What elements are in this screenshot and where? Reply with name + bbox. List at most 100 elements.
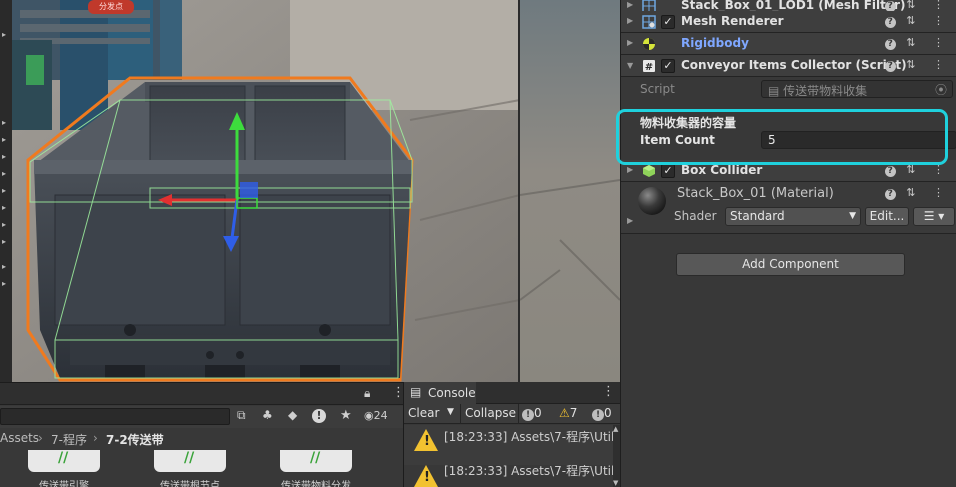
lock-icon[interactable]: 🔒︎ [364, 386, 370, 401]
chevron-right-icon[interactable]: ▸ [2, 30, 12, 40]
material-name: Stack_Box_01 (Material) [677, 186, 834, 201]
console-entry[interactable]: ! [18:23:33] Assets\7-程序\Util [404, 465, 613, 487]
hidden-packages-toggle[interactable]: ◉24 [364, 409, 388, 422]
scroll-down-icon[interactable]: ▼ [613, 479, 618, 487]
material-sphere-icon[interactable] [637, 186, 667, 216]
chevron-right-icon: › [93, 431, 98, 445]
more-vert-icon[interactable]: ⋮ [933, 0, 951, 11]
settings-sliders-icon[interactable]: ⇅ [906, 14, 922, 27]
help-icon[interactable]: ? [884, 17, 896, 28]
asset-name[interactable]: 传送带引擎 [39, 477, 89, 487]
asset-thumbnail[interactable]: // [280, 450, 352, 472]
breadcrumb-item-current[interactable]: 7-2传送带 [106, 431, 164, 448]
chevron-right-icon[interactable]: ▸ [2, 220, 12, 230]
enable-checkbox[interactable]: ✓ [661, 164, 675, 178]
project-search-input[interactable] [0, 408, 230, 425]
svg-text:#: # [645, 62, 653, 73]
scene-view[interactable]: ▸ ▸ ▸ ▸ ▸ ▸ ▸ ▸ ▸ ▸ ▸ 分发点 [0, 0, 620, 382]
material-actions: ? ⇅ ⋮ [884, 186, 951, 200]
asset-thumbnail[interactable]: // [154, 450, 226, 472]
star-icon[interactable]: ★ [340, 408, 352, 423]
enable-checkbox[interactable]: ✓ [661, 59, 675, 73]
rigidbody-icon [643, 38, 655, 50]
component-header-conveyor-items-collector[interactable]: ▼ # ✓ Conveyor Items Collector (Script) … [621, 55, 956, 77]
object-picker-icon: ⦿ [934, 83, 947, 97]
settings-sliders-icon[interactable]: ⇅ [906, 186, 922, 199]
settings-sliders-icon[interactable]: ⇅ [906, 0, 922, 11]
chevron-right-icon[interactable]: ▸ [2, 186, 12, 196]
toolbar-divider [518, 404, 519, 424]
more-vert-icon[interactable]: ⋮ [933, 186, 951, 199]
component-actions: ? ⇅ ⋮ [884, 36, 951, 50]
collapse-toggle[interactable]: Collapse [465, 406, 516, 420]
error-count-toggle[interactable]: ! 0 [592, 406, 612, 421]
scroll-up-icon[interactable]: ▲ [613, 425, 618, 433]
view-divider [518, 0, 520, 382]
component-header-rigidbody[interactable]: ▶ Rigidbody ? ⇅ ⋮ [621, 33, 956, 55]
console-scrollbar[interactable]: ▲ ▼ [613, 425, 620, 487]
chevron-right-icon[interactable]: ▸ [2, 237, 12, 247]
asset-name[interactable]: 传送带根节点 [160, 477, 220, 487]
chevron-right-icon[interactable]: ▸ [2, 152, 12, 162]
help-icon[interactable]: ? [884, 166, 896, 177]
asset-thumbnail[interactable]: // [28, 450, 100, 472]
cyan-highlight-box [616, 109, 948, 165]
chevron-right-icon[interactable]: ▸ [2, 203, 12, 213]
chevron-right-icon[interactable]: ▸ [2, 135, 12, 145]
breadcrumb-item[interactable]: Assets [0, 431, 39, 445]
inspector-panel: ▶ Stack_Box_01_LOD1 (Mesh Filter) ? ⇅ ⋮ … [620, 0, 956, 487]
more-vert-icon[interactable]: ⋮ [933, 36, 951, 49]
chevron-right-icon[interactable]: ▸ [2, 169, 12, 179]
error-icon: ! [592, 409, 604, 421]
component-actions: ? ⇅ ⋮ [884, 58, 951, 72]
asset-name[interactable]: 传送带物料分发 [281, 477, 351, 487]
console-entry[interactable]: ! [18:23:33] Assets\7-程序\Util [404, 425, 613, 465]
add-component-button[interactable]: Add Component [676, 253, 905, 276]
help-icon[interactable]: ? [884, 189, 896, 200]
help-icon[interactable]: ? [884, 39, 896, 50]
chevron-right-icon[interactable]: ▸ [2, 279, 12, 289]
shader-options-button[interactable]: ☰ ▾ [913, 207, 955, 226]
more-vert-icon[interactable]: ⋮ [933, 58, 951, 71]
warning-icon: ! [414, 429, 438, 451]
help-icon[interactable]: ? [884, 61, 896, 72]
label-tag-icon[interactable]: ◆ [288, 408, 297, 422]
box-collider-icon [643, 165, 655, 177]
info-count-toggle[interactable]: ! 0 [522, 406, 542, 421]
script-icon: # [643, 60, 655, 73]
chevron-right-icon[interactable]: ▶ [627, 165, 633, 174]
search-by-type-icon[interactable]: ⧉ [237, 408, 246, 423]
filter-shapes-icon[interactable]: ♣ [262, 408, 273, 422]
clear-options-dropdown[interactable]: ▼ [447, 407, 454, 417]
more-vert-icon[interactable]: ⋮ [392, 385, 403, 400]
more-vert-icon[interactable]: ⋮ [602, 384, 615, 399]
console-panel: ▤ Console ⋮ Clear ▼ Collapse ! 0 ⚠7 ! 0 ! … [403, 382, 620, 487]
shader-dropdown[interactable]: Standard ▼ [725, 207, 861, 226]
component-header-mesh-renderer[interactable]: ▶ ✓ Mesh Renderer ? ⇅ ⋮ [621, 11, 956, 33]
chevron-right-icon[interactable]: ▸ [2, 262, 12, 272]
breadcrumb-item[interactable]: 7-程序 [51, 431, 87, 448]
tab-console[interactable]: ▤ Console [404, 382, 476, 404]
material-section: ▶ Stack_Box_01 (Material) ? ⇅ ⋮ Shader S… [621, 182, 956, 234]
chevron-right-icon[interactable]: ▶ [627, 38, 633, 47]
chevron-right-icon[interactable]: ▶ [627, 216, 633, 225]
scene-render[interactable] [0, 0, 620, 382]
chevron-right-icon[interactable]: ▸ [2, 118, 12, 128]
chevron-right-icon[interactable]: ▶ [627, 0, 633, 9]
warning-filter-icon[interactable]: ! [312, 409, 326, 423]
more-vert-icon[interactable]: ⋮ [933, 14, 951, 27]
settings-sliders-icon[interactable]: ⇅ [906, 36, 922, 49]
scene-left-toolbar: ▸ ▸ ▸ ▸ ▸ ▸ ▸ ▸ ▸ ▸ ▸ [0, 0, 12, 382]
script-file-icon: ▤ [768, 84, 780, 98]
edit-shader-button[interactable]: Edit... [865, 207, 909, 226]
warning-count-toggle[interactable]: ⚠7 [559, 406, 577, 420]
toolbar-divider [460, 404, 461, 424]
chevron-right-icon[interactable]: ▶ [627, 16, 633, 25]
component-actions: ? ⇅ ⋮ [884, 163, 951, 177]
clear-button[interactable]: Clear [408, 406, 439, 420]
component-name: Rigidbody [681, 36, 749, 50]
settings-sliders-icon[interactable]: ⇅ [906, 58, 922, 71]
chevron-down-icon[interactable]: ▼ [627, 61, 633, 70]
enable-checkbox[interactable]: ✓ [661, 15, 675, 29]
component-name: Mesh Renderer [681, 14, 784, 28]
